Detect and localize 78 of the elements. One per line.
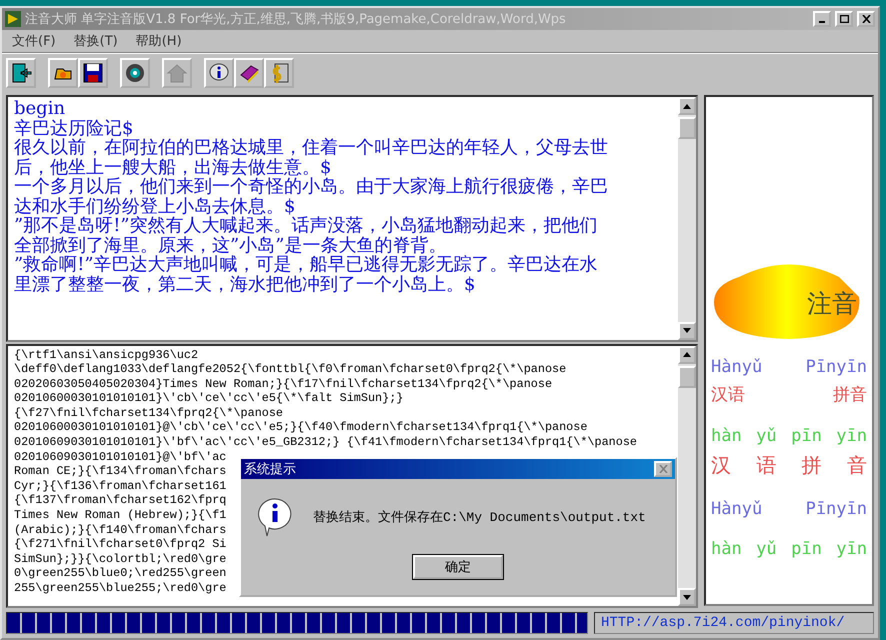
ok-button[interactable]: 确定 — [413, 555, 503, 579]
text-line: 一个多月以后，他们来到一个奇怪的小岛。由于大家海上航行很疲倦，辛巴 — [14, 177, 609, 196]
code-line: {\rtf1\ansi\ansicpg936\uc2 — [14, 348, 198, 362]
close-button[interactable] — [857, 11, 875, 27]
sample-word: 音 — [846, 452, 867, 479]
toolbar-button[interactable] — [204, 58, 234, 88]
code-line: 0\green255\blue0;\red255\green — [14, 566, 226, 582]
toolbar-button[interactable] — [78, 58, 108, 88]
text-line: begin — [14, 99, 66, 118]
sample-word: 拼 — [802, 452, 822, 479]
logo-text: 注音 — [807, 289, 857, 318]
code-line: {\f27\fnil\fcharset134\fprq2{\*\panose — [14, 406, 284, 420]
text-line: 里漂了整整一夜，第二天，海水把他冲到了一个小岛上。$ — [14, 274, 476, 294]
sample-word: Pīnyīn — [806, 499, 867, 519]
dialog-title: 系统提示 — [244, 461, 297, 478]
toolbar-button[interactable] — [264, 58, 294, 88]
code-line: {\f137\froman\fcharset162\fprq — [14, 493, 226, 508]
scroll-thumb[interactable] — [678, 117, 696, 139]
close-icon — [862, 15, 870, 23]
scroll-thumb[interactable] — [678, 366, 696, 388]
source-text-area[interactable] — [6, 95, 698, 342]
code-line: Cyr;}{\f136\froman\fcharset161 — [14, 478, 226, 494]
code-line: 02020603050405020304}Times New Roman;}{\f17\fnil\fcharset134\fprq2{\*\panose — [14, 376, 552, 392]
menu-item[interactable]: 帮助(H) — [136, 32, 182, 50]
sample-word: pīn — [791, 539, 822, 559]
text-line: ”那不是岛呀!”突然有人大喊起来。话声没落，小岛猛地翻动起来，把他们 — [14, 216, 599, 236]
minimize-button[interactable] — [813, 11, 831, 27]
code-line: 02010609030101010101}@\'bf\'ac — [14, 450, 226, 464]
toolbar-button[interactable] — [120, 58, 150, 88]
code-line: {\f271\fnil\fcharset0\fprq2 Si — [14, 537, 226, 552]
maximize-button[interactable] — [835, 11, 853, 27]
sample-word: Hànyǔ — [711, 499, 762, 519]
code-line: 02010600030101010101}\'cb\'ce\'cc\'e5{\*\falt SimSun};} — [14, 391, 404, 406]
sample-word: hàn — [711, 426, 742, 446]
text-line: 很久以前，在阿拉伯的巴格达城里，住着一个叫辛巴达的年轻人，父母去世 — [14, 138, 609, 158]
code-line: 02010600030101010101}@\'cb\'ce\'cc\'e5;}{\f40\fmodern\fcharset134\fprq1{\*\panose — [14, 420, 588, 436]
scrollbar[interactable] — [678, 97, 696, 340]
sample-word: Pīnyīn — [806, 357, 867, 377]
sample-word: yīn — [836, 539, 867, 559]
scroll-down-icon — [683, 328, 691, 334]
dialog-message: 替换结束。文件保存在C:\My Documents\output.txt — [313, 509, 646, 526]
sample-word: 汉 — [711, 452, 731, 479]
sample-word: hàn — [711, 539, 742, 559]
sample-word: 拼音 — [833, 384, 867, 406]
code-line: 255\green255\blue255;\red0\gre — [14, 581, 226, 596]
toolbar-button[interactable] — [6, 58, 36, 88]
code-line: \deff0\deflang1033\deflangfe2052{\fonttbl{\f0\froman\fcharset0\fprq2{\*\panose — [14, 362, 566, 377]
sample-word: 语 — [756, 452, 776, 479]
info-icon — [257, 497, 293, 537]
status-url: HTTP://asp.7i24.com/pinyinok/ — [594, 612, 874, 634]
scrollbar[interactable] — [678, 346, 696, 606]
sample-word: Hànyǔ — [711, 357, 762, 377]
text-line: 达和水手们纷纷登上小岛去休息。$ — [14, 196, 296, 216]
close-icon — [658, 465, 668, 473]
code-line: 02010609030101010101}\'bf\'ac\'cc\'e5_GB2312;} {\f41\fmodern\fcharset134\fprq1{\*\panose — [14, 435, 637, 450]
text-line: 辛巴达历险记$ — [14, 118, 134, 138]
toolbar-button[interactable] — [48, 58, 78, 88]
scroll-down-icon — [683, 594, 691, 600]
sample-word: yǔ — [756, 539, 777, 559]
window-title: 注音大师 单字注音版V1.8 For华光,方正,维思,飞腾,书版9,Pagemake,Coreldraw,Word,Wps — [25, 11, 567, 28]
text-line: 全部掀到了海里。原来，这”小岛”是一条大鱼的脊背。 — [14, 236, 448, 255]
toolbar-button[interactable] — [234, 58, 264, 88]
maximize-icon — [840, 15, 848, 23]
sample-word: pīn — [791, 426, 822, 446]
text-line: ”救命啊!”辛巴达大声地叫喊，可是，船早已逃得无影无踪了。辛巴达在水 — [14, 255, 599, 274]
text-line: 后，他坐上一艘大船，出海去做生意。$ — [14, 158, 332, 177]
scroll-up-icon — [683, 104, 691, 108]
menu-item[interactable]: 文件(F) — [12, 32, 56, 50]
code-line: Times New Roman (Hebrew);}{\f1 — [14, 508, 226, 523]
app-icon — [5, 11, 21, 27]
code-line: (Arabic);}{\f140\froman\fchars — [14, 522, 226, 538]
sample-word: yīn — [836, 426, 867, 446]
code-line: SimSun};}}{\colortbl;\red0\gre — [14, 552, 226, 566]
scroll-up-icon — [683, 352, 691, 358]
sample-word: yǔ — [756, 426, 777, 446]
menu-item[interactable]: 替换(T) — [74, 32, 118, 50]
sample-word: 汉语 — [711, 384, 745, 406]
code-line: Roman CE;}{\f134\froman\fchars — [14, 464, 226, 479]
